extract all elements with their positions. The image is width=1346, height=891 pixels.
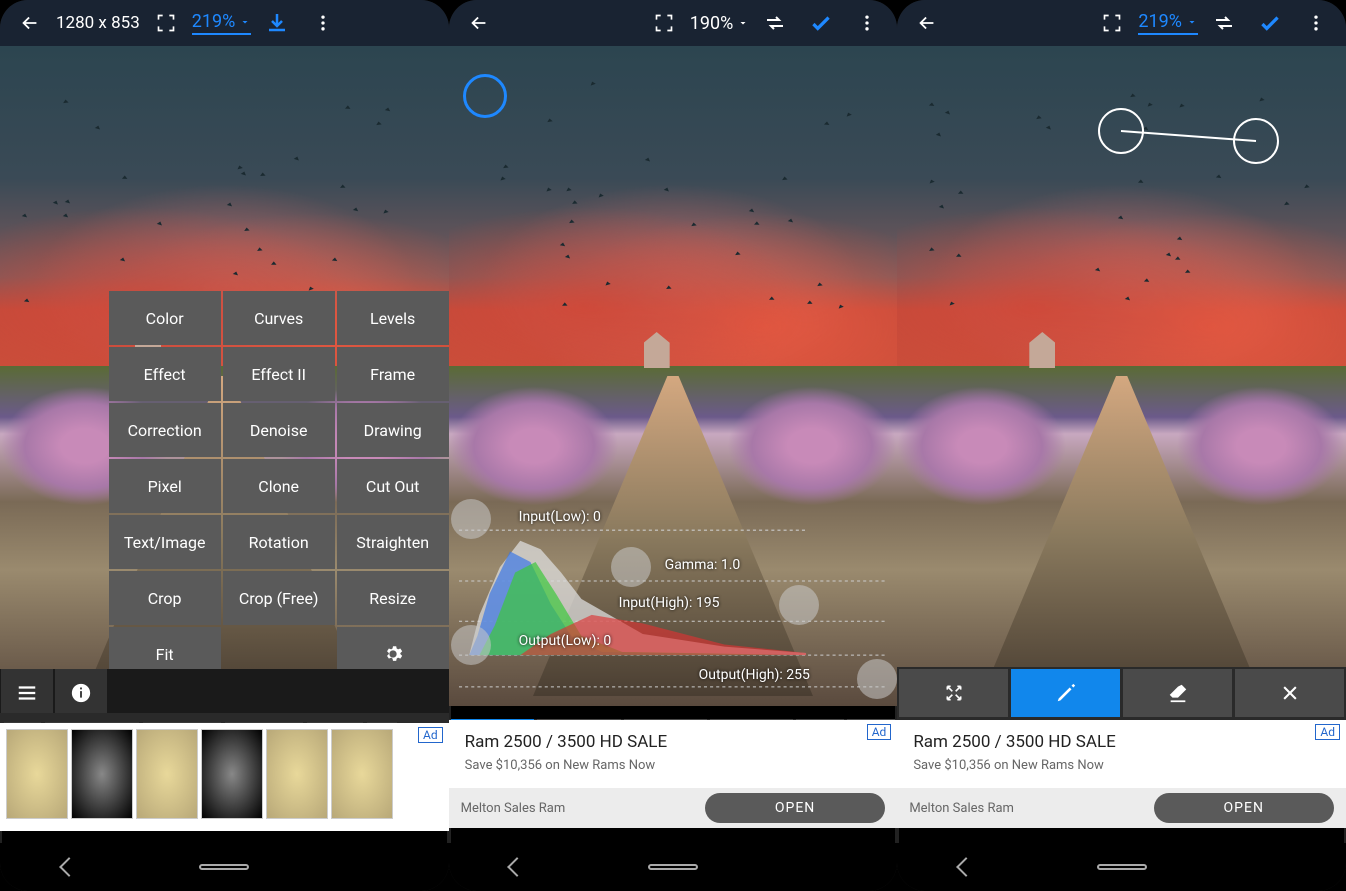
ad-open-button[interactable]: OPEN bbox=[705, 793, 885, 823]
overflow-icon[interactable] bbox=[1296, 3, 1336, 43]
handle-input-high[interactable] bbox=[779, 585, 819, 625]
ad-banner[interactable]: Ram 2500 / 3500 HD SALE Save $10,356 on … bbox=[449, 720, 898, 828]
image-canvas[interactable]: ▾▾▾▾▾▾▾▾▾▾▾▾▾▾▾▾▾▾▾▾▾▾▾▾▾▾▾▾ bbox=[897, 46, 1346, 771]
ad-title: Ram 2500 / 3500 HD SALE bbox=[465, 732, 667, 752]
nav-back-icon[interactable] bbox=[508, 857, 528, 877]
topbar: 190% bbox=[449, 0, 898, 46]
screen-main: 1280 x 853 219% ▾▾▾▾▾▾▾▾▾▾▾▾▾▾▾▾▾▾▾▾▾▾▾▾… bbox=[0, 0, 449, 891]
menu-rotation[interactable]: Rotation bbox=[223, 515, 335, 569]
apply-icon[interactable] bbox=[801, 3, 841, 43]
ad-source: Melton Sales Ram bbox=[909, 801, 1014, 816]
back-icon[interactable] bbox=[10, 3, 50, 43]
topbar: 219% bbox=[897, 0, 1346, 46]
tools-menu: Color Curves Levels Effect Effect II Fra… bbox=[109, 291, 449, 681]
download-icon[interactable] bbox=[257, 3, 297, 43]
ad-thumb[interactable] bbox=[266, 729, 328, 819]
handle-output-high[interactable] bbox=[857, 659, 897, 699]
ad-banner[interactable]: Ram 2500 / 3500 HD SALE Save $10,356 on … bbox=[897, 720, 1346, 828]
image-canvas[interactable]: ▾▾▾▾▾▾▾▾▾▾▾▾▾▾▾▾▾▾▾▾▾▾▾▾▾▾▾▾ Input(Low):… bbox=[449, 46, 898, 771]
menu-effect2[interactable]: Effect II bbox=[223, 347, 335, 401]
zoom-dropdown[interactable]: 219% bbox=[192, 11, 252, 35]
picker-ring-icon[interactable] bbox=[463, 74, 507, 118]
topbar: 1280 x 853 219% bbox=[0, 0, 449, 46]
ad-thumb[interactable] bbox=[201, 729, 263, 819]
ad-thumb[interactable] bbox=[6, 729, 68, 819]
menu-icon[interactable] bbox=[1, 669, 53, 717]
image-dimensions: 1280 x 853 bbox=[56, 13, 140, 33]
line-handles[interactable] bbox=[1096, 106, 1296, 166]
levels-histogram[interactable]: Input(Low): 0 Gamma: 1.0 Input(High): 19… bbox=[459, 509, 888, 689]
quick-row bbox=[0, 669, 449, 717]
android-navbar bbox=[0, 843, 449, 891]
menu-color[interactable]: Color bbox=[109, 291, 221, 345]
label-gamma: Gamma: bbox=[665, 557, 718, 573]
ad-thumb[interactable] bbox=[331, 729, 393, 819]
overflow-icon[interactable] bbox=[847, 3, 887, 43]
menu-crop[interactable]: Crop bbox=[109, 571, 221, 625]
pencil-icon[interactable] bbox=[1011, 669, 1120, 717]
label-output-low: Output(Low): bbox=[519, 633, 600, 649]
ad-title: Ram 2500 / 3500 HD SALE bbox=[913, 732, 1115, 752]
compare-icon[interactable] bbox=[1204, 3, 1244, 43]
screen-levels: 190% ▾▾▾▾▾▾▾▾▾▾▾▾▾▾▾▾▾▾▾▾▾▾▾▾▾▾▾▾ bbox=[449, 0, 898, 891]
birds: ▾▾▾▾▾▾▾▾▾▾▾▾▾▾▾▾▾▾▾▾▾▾▾▾▾▾▾▾ bbox=[20, 76, 429, 316]
apply-icon[interactable] bbox=[1250, 3, 1290, 43]
nav-home-icon[interactable] bbox=[1097, 864, 1147, 870]
zoom-dropdown[interactable]: 219% bbox=[1138, 11, 1198, 35]
handle-input-low[interactable] bbox=[451, 499, 491, 539]
label-input-low: Input(Low): bbox=[519, 509, 590, 525]
menu-effect[interactable]: Effect bbox=[109, 347, 221, 401]
menu-frame[interactable]: Frame bbox=[337, 347, 449, 401]
nav-back-icon[interactable] bbox=[956, 857, 976, 877]
menu-denoise[interactable]: Denoise bbox=[223, 403, 335, 457]
menu-straighten[interactable]: Straighten bbox=[337, 515, 449, 569]
ad-thumb[interactable] bbox=[136, 729, 198, 819]
menu-cutout[interactable]: Cut Out bbox=[337, 459, 449, 513]
fullscreen-icon[interactable] bbox=[1092, 3, 1132, 43]
ad-badge[interactable]: Ad bbox=[867, 724, 892, 740]
expand-icon[interactable] bbox=[899, 669, 1008, 717]
ad-subtitle: Save $10,356 on New Rams Now bbox=[465, 758, 656, 773]
overflow-icon[interactable] bbox=[303, 3, 343, 43]
ad-source: Melton Sales Ram bbox=[461, 801, 566, 816]
fullscreen-icon[interactable] bbox=[644, 3, 684, 43]
android-navbar bbox=[897, 843, 1346, 891]
ad-thumb[interactable] bbox=[71, 729, 133, 819]
handle-output-low[interactable] bbox=[451, 625, 491, 665]
menu-clone[interactable]: Clone bbox=[223, 459, 335, 513]
nav-back-icon[interactable] bbox=[59, 857, 79, 877]
handle-gamma[interactable] bbox=[611, 547, 651, 587]
ad-badge[interactable]: Ad bbox=[418, 727, 443, 743]
menu-levels[interactable]: Levels bbox=[337, 291, 449, 345]
nav-home-icon[interactable] bbox=[648, 864, 698, 870]
ad-open-button[interactable]: OPEN bbox=[1154, 793, 1334, 823]
menu-curves[interactable]: Curves bbox=[223, 291, 335, 345]
screen-drawing: 219% ▾▾▾▾▾▾▾▾▾▾▾▾▾▾▾▾▾▾▾▾▾▾▾▾▾▾▾▾ bbox=[897, 0, 1346, 891]
image-canvas[interactable]: ▾▾▾▾▾▾▾▾▾▾▾▾▾▾▾▾▾▾▾▾▾▾▾▾▾▾▾▾ Color Curve… bbox=[0, 46, 449, 771]
label-output-high: Output(High): bbox=[699, 667, 783, 683]
menu-cropfree[interactable]: Crop (Free) bbox=[223, 571, 335, 625]
compare-icon[interactable] bbox=[755, 3, 795, 43]
menu-resize[interactable]: Resize bbox=[337, 571, 449, 625]
fullscreen-icon[interactable] bbox=[146, 3, 186, 43]
ad-subtitle: Save $10,356 on New Rams Now bbox=[913, 758, 1104, 773]
android-navbar bbox=[449, 843, 898, 891]
menu-pixel[interactable]: Pixel bbox=[109, 459, 221, 513]
info-icon[interactable] bbox=[55, 669, 107, 717]
zoom-dropdown[interactable]: 190% bbox=[690, 13, 750, 34]
label-input-high: Input(High): bbox=[619, 595, 693, 611]
menu-textimage[interactable]: Text/Image bbox=[109, 515, 221, 569]
menu-drawing[interactable]: Drawing bbox=[337, 403, 449, 457]
close-icon[interactable] bbox=[1235, 669, 1344, 717]
back-icon[interactable] bbox=[459, 3, 499, 43]
nav-home-icon[interactable] bbox=[199, 864, 249, 870]
menu-correction[interactable]: Correction bbox=[109, 403, 221, 457]
ad-badge[interactable]: Ad bbox=[1315, 724, 1340, 740]
ad-strip[interactable]: Ad bbox=[0, 723, 449, 831]
back-icon[interactable] bbox=[907, 3, 947, 43]
eraser-icon[interactable] bbox=[1123, 669, 1232, 717]
